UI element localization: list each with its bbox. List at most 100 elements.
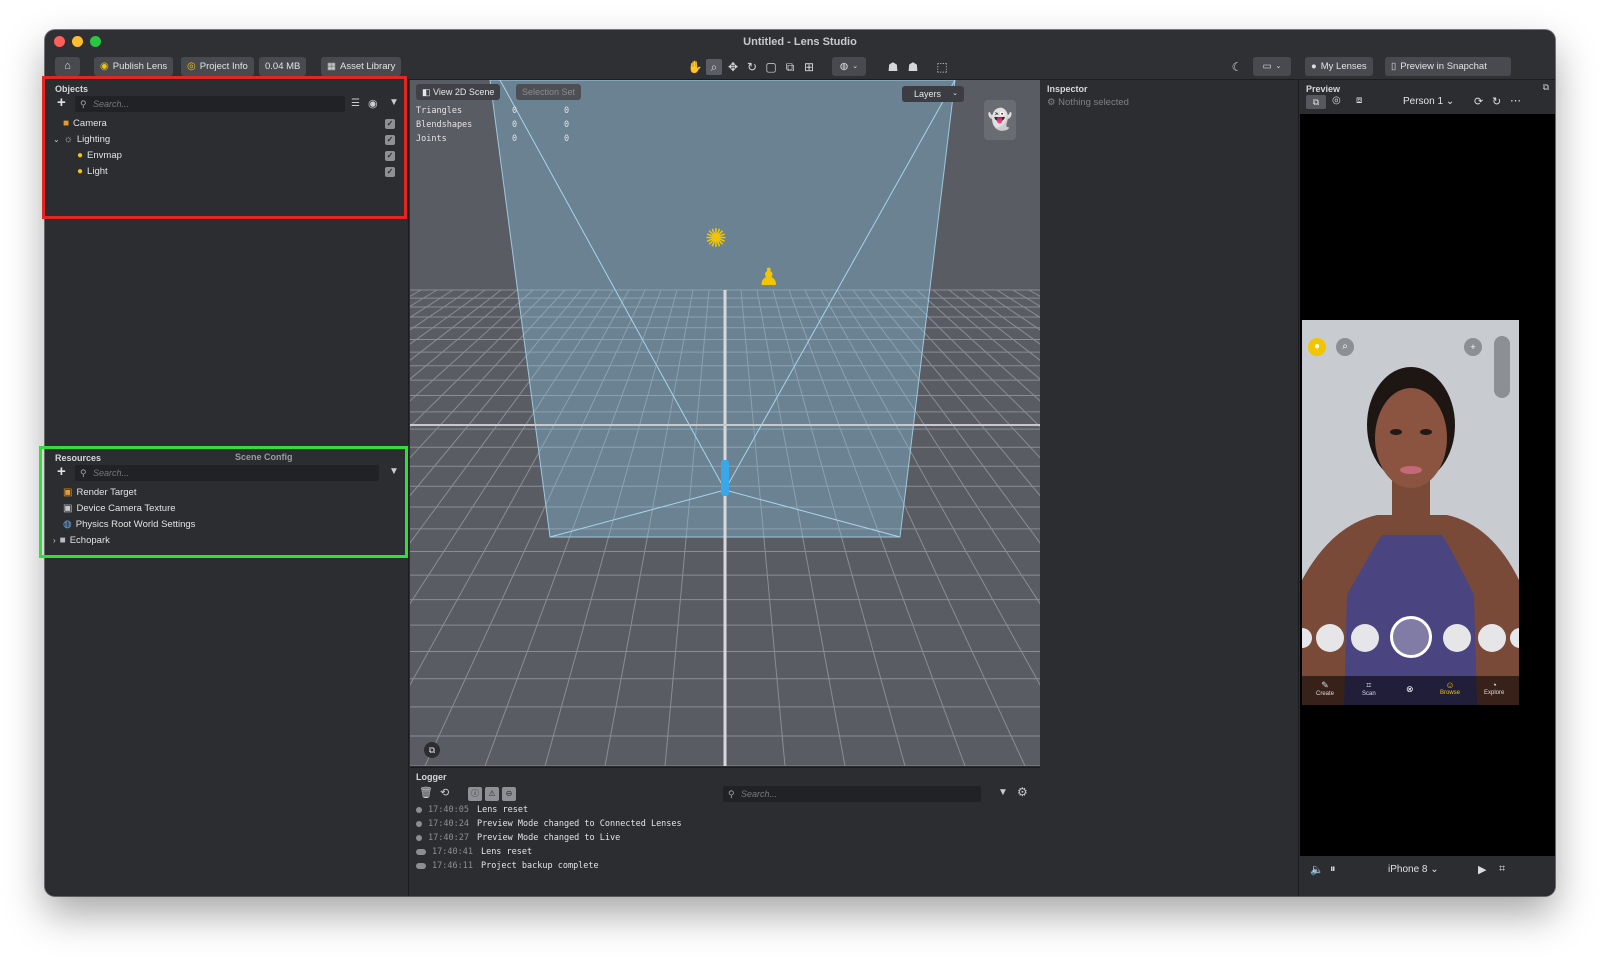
search-icon[interactable]: ⌕ [1336,338,1354,356]
detach-icon[interactable]: ⧉ [1543,82,1549,93]
globe-icon: ◍ [839,61,849,72]
window-title: Untitled - Lens Studio [743,36,857,48]
project-info-button[interactable]: ◎ Project Info [181,57,254,76]
bitmoji-icon[interactable]: ● [1308,338,1326,356]
device-selector[interactable]: iPhone 8 ⌄ [1388,864,1439,875]
preview-mode-icon[interactable]: ⧉ [1306,95,1326,109]
info-filter-icon[interactable]: ⓘ [468,787,482,801]
nav-explore[interactable]: ◔ Explore [1484,680,1504,696]
gear-icon[interactable]: ⚙ [1017,785,1028,799]
explore-icon: ◔ [1491,680,1497,690]
chevron-down-icon: ⌄ [1275,63,1282,70]
connected-lens-icon[interactable]: ☗ [905,59,921,75]
snap-bottom-nav: ✎ Create ⌗ Scan ⊗ ☺ Browse ◔ Explore [1302,676,1519,705]
scene-viewport[interactable]: ◧ View 2D Scene Selection Set Layers ⌄ 👻 … [410,80,1040,766]
reset-icon[interactable]: ↻ [1492,95,1501,108]
my-lenses-button[interactable]: ● My Lenses [1305,57,1373,76]
zoom-tool-icon[interactable]: ⌕ [706,59,722,75]
lens-icon: ◉ [100,61,109,72]
logger-toolbar: 🗑 ⟲ ⓘ ⚠ ⊖ ⚲ Search... ▼ ⚙ [410,784,1040,804]
window-controls [54,36,101,47]
info-icon: ◎ [187,61,196,72]
chevron-down-icon: ⌄ [952,90,958,97]
scene-icon: ◧ [422,87,434,97]
live-mode-icon[interactable]: ◎ [1332,95,1341,106]
hand-tool-icon[interactable]: ✋ [687,59,703,75]
trash-icon[interactable]: 🗑 [419,786,433,799]
smiley-icon: ☺ [1445,680,1455,690]
filter-icon[interactable]: ▼ [998,787,1008,798]
zoom-window-button[interactable] [90,36,101,47]
lens-cloud-icon[interactable]: ☗ [885,59,901,75]
device-dropdown[interactable]: ▭ ⌄ [1253,57,1291,76]
home-icon: ⌂ [64,60,71,72]
moon-icon[interactable]: ☾ [1229,59,1245,75]
close-window-button[interactable] [54,36,65,47]
lens-carousel[interactable] [1302,616,1519,658]
rotate-tool-icon[interactable]: ↻ [744,59,760,75]
title-bar: Untitled - Lens Studio [45,30,1555,54]
camera-tools-icon[interactable] [1494,336,1510,398]
chevron-down-icon: ⌄ [1445,96,1455,107]
asset-library-button[interactable]: ▦ Asset Library [321,57,402,76]
crop-icon[interactable]: ⌗ [1499,863,1505,876]
nav-create[interactable]: ✎ Create [1316,680,1334,697]
preview-bottom-bar: 🔈 ⏸ iPhone 8 ⌄ ▶ ⌗ [1300,856,1555,884]
user-icon: ● [1311,61,1317,72]
speaker-icon[interactable]: 🔈 [1310,863,1324,876]
log-line: 17:46:11 Project backup complete [416,860,599,873]
view-2d-scene-button[interactable]: ◧ View 2D Scene [416,84,501,100]
interactive-mode-icon[interactable]: ⧈ [1356,95,1362,106]
preview-header: Preview ⧉ ⧉ ◎ ⧈ Person 1 ⌄ ⟳ ↻ ⋯ [1300,80,1555,114]
snapchat-ghost-icon[interactable]: 👻 [984,100,1016,140]
size-badge: 0.04 MB [259,57,307,76]
scene-grid [410,80,1040,766]
scan-icon: ⌗ [1366,680,1372,690]
minimize-window-button[interactable] [72,36,83,47]
log-line: 17:40:24 Preview Mode changed to Connecte… [416,818,682,831]
publish-lens-button[interactable]: ◉ Publish Lens [94,57,174,76]
logger-search-input[interactable]: ⚲ Search... [723,786,981,802]
error-filter-icon[interactable]: ⊖ [502,787,516,801]
snap-tool-icon[interactable]: ⊞ [801,59,817,75]
pause-icon[interactable]: ⏸ [1330,863,1336,876]
phone-preview[interactable]: ● ⌕ + ✎ Create ⌗ Scan ⊗ ☺ Browse ◔ Explore [1302,320,1519,705]
objects-highlight-box [42,76,407,219]
log-line: 17:40:27 Preview Mode changed to Live [416,832,620,845]
inspector-empty-state: ⚙ Nothing selected [1047,97,1129,108]
log-line: 17:40:05 Lens reset [416,804,528,817]
clear-on-reset-icon[interactable]: ⟲ [440,786,449,799]
chevron-down-icon: ⌄ [1430,864,1439,875]
nav-scan[interactable]: ⌗ Scan [1362,680,1376,697]
preview-in-snapchat-button[interactable]: ▯ Preview in Snapchat [1385,57,1511,76]
inspector-header: Inspector [1047,84,1088,94]
sync-icon[interactable]: ⟳ [1474,95,1483,108]
video-camera-icon[interactable]: ▶ [1478,863,1486,876]
person-dropdown[interactable]: Person 1 ⌄ [1403,96,1454,107]
nav-browse[interactable]: ☺ Browse [1440,680,1460,696]
nothing-selected-icon: ⚙ [1047,97,1059,108]
capture-button[interactable] [1390,616,1432,658]
warning-filter-icon[interactable]: ⚠ [485,787,499,801]
world-local-dropdown[interactable]: ◍ ⌄ [832,57,866,76]
light-gizmo-icon[interactable]: ♟ [758,263,780,292]
phone-icon: ▯ [1391,61,1397,72]
move-tool-icon[interactable]: ✥ [725,59,741,75]
rect-tool-icon[interactable]: ⧉ [782,59,798,75]
logger-panel: Logger 🗑 ⟲ ⓘ ⚠ ⊖ ⚲ Search... ▼ ⚙ 17:40:05… [410,767,1040,896]
more-icon[interactable]: ⋯ [1510,94,1521,107]
scale-tool-icon[interactable]: ▢ [763,59,779,75]
pointer-tool-icon[interactable]: ⬚ [934,59,950,75]
add-friend-icon[interactable]: + [1464,338,1482,356]
chevron-down-icon: ⌄ [852,63,859,70]
layers-dropdown[interactable]: Layers ⌄ [902,86,964,102]
resources-highlight-box [39,446,408,558]
close-lens-icon[interactable]: ⊗ [1406,684,1414,695]
selection-set-button[interactable]: Selection Set [516,84,582,100]
monitor-icon: ▭ [1262,61,1272,72]
envmap-gizmo-icon[interactable]: ✺ [705,223,727,254]
home-button[interactable]: ⌂ [55,57,80,76]
camera-view-icon[interactable]: ⧉ [424,742,440,758]
preview-panel: Preview ⧉ ⧉ ◎ ⧈ Person 1 ⌄ ⟳ ↻ ⋯ ● ⌕ + ✎… [1300,80,1555,896]
grid-icon: ▦ [327,61,336,72]
